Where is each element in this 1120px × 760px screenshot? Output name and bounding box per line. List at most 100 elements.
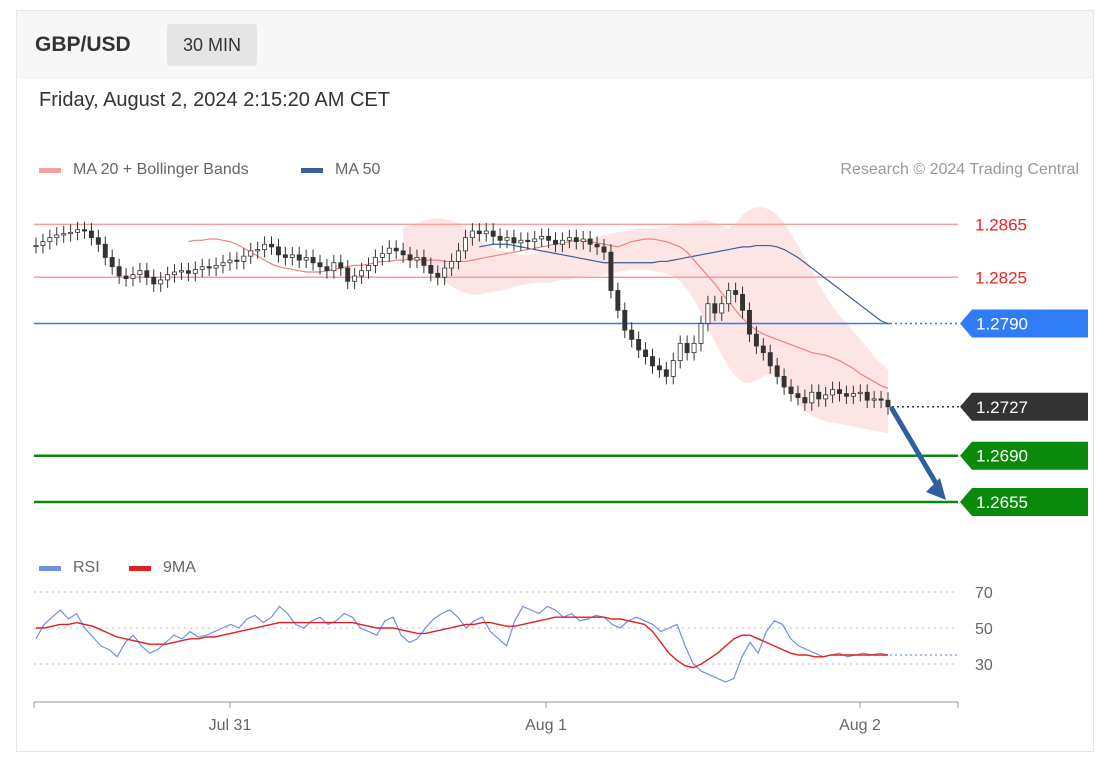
candle-body: [449, 261, 455, 269]
forecast-arrow: [889, 406, 943, 493]
candle-body: [54, 234, 60, 239]
candle-body: [206, 266, 212, 269]
candle-body: [262, 243, 268, 250]
candle-body: [407, 254, 413, 261]
candle-body: [830, 389, 836, 396]
candle-body: [241, 255, 247, 262]
candle-body: [144, 270, 150, 278]
candle-body: [379, 253, 385, 258]
candle-body: [802, 397, 808, 404]
candle-body: [345, 267, 351, 282]
pivot-label: 1.2790: [976, 315, 1028, 334]
candle-body: [469, 230, 475, 239]
candle-body: [82, 229, 87, 232]
candle-body: [151, 276, 157, 285]
rsi-tick-label: 30: [975, 657, 993, 674]
candle-body: [116, 266, 122, 277]
candle-body: [324, 266, 330, 272]
candle-body: [366, 264, 371, 272]
candle-body: [885, 399, 891, 408]
x-tick-label: Aug 1: [525, 717, 567, 734]
candle-body: [656, 365, 662, 371]
candle-body: [705, 303, 711, 324]
candle-body: [275, 246, 281, 256]
candle-body: [269, 243, 274, 248]
candle-body: [199, 266, 205, 270]
rsi-tick-label: 50: [975, 621, 993, 638]
candle-body: [760, 345, 766, 354]
candle-body: [289, 254, 295, 258]
support-label: 1.2655: [976, 493, 1028, 512]
x-tick-label: Aug 2: [839, 717, 881, 734]
candle-body: [303, 257, 309, 261]
candle-body: [823, 394, 829, 400]
candle-body: [643, 349, 649, 357]
price-chart-svg: 1.2865 1.2825 1.2790 1.2727 1.2690 1.2655 70 50…: [33, 207, 1088, 734]
candle-body: [539, 235, 545, 240]
candle-body: [726, 290, 732, 305]
candle-body: [733, 290, 739, 295]
candle-body: [393, 247, 399, 252]
candle-body: [68, 231, 74, 235]
candle-body: [719, 303, 725, 314]
candle-body: [130, 274, 136, 280]
candle-body: [843, 393, 849, 397]
candle-body: [40, 241, 46, 246]
candle-body: [601, 246, 607, 253]
candle-body: [504, 237, 510, 241]
candle-body: [75, 229, 81, 233]
candle-body: [428, 264, 434, 274]
candle-body: [255, 249, 261, 252]
bollinger-band: [403, 207, 888, 434]
candle-body: [677, 342, 683, 361]
candle-body: [476, 230, 482, 235]
candle-body: [788, 386, 794, 394]
candle-body: [684, 342, 690, 354]
candle-body: [864, 391, 870, 401]
candle-body: [566, 237, 572, 241]
candle-body: [532, 238, 538, 243]
candle-body: [615, 290, 621, 311]
candle-body: [712, 303, 718, 314]
candle-body: [137, 270, 143, 276]
candle-body: [511, 237, 517, 244]
candle-body: [809, 391, 815, 404]
rsi-ma-line: [36, 616, 888, 669]
candle-body: [442, 267, 448, 278]
candle-body: [553, 239, 558, 245]
candle-body: [691, 342, 697, 354]
candle-body: [352, 275, 358, 282]
candle-body: [296, 254, 302, 261]
candle-body: [463, 237, 468, 252]
candle-body: [192, 268, 198, 274]
candle-body: [372, 257, 378, 266]
candle-body: [234, 259, 240, 262]
candle-body: [546, 235, 552, 241]
candle-body: [781, 376, 787, 388]
candle-body: [338, 262, 344, 269]
support-label: 1.2690: [976, 447, 1028, 466]
current-label: 1.2727: [976, 398, 1028, 417]
candle-body: [871, 398, 877, 401]
candle-body: [282, 254, 288, 258]
candle-body: [359, 270, 365, 277]
candle-body: [837, 389, 842, 394]
candle-body: [179, 270, 184, 273]
resistance-label: 1.2865: [975, 215, 1027, 234]
candle-body: [608, 251, 614, 291]
candle-body: [400, 250, 406, 256]
candle-body: [580, 238, 586, 243]
rsi-tick-label: 70: [975, 585, 993, 602]
candle-body: [559, 239, 565, 245]
candle-body: [857, 391, 863, 394]
candle-body: [594, 243, 600, 248]
candle-body: [490, 230, 496, 237]
candle-body: [670, 360, 676, 377]
candle-body: [88, 230, 94, 239]
candle-body: [629, 329, 635, 340]
candle-body: [573, 237, 579, 243]
candle-body: [816, 391, 822, 400]
candle-body: [165, 274, 171, 281]
candle-body: [213, 264, 219, 269]
candle-body: [248, 250, 254, 257]
